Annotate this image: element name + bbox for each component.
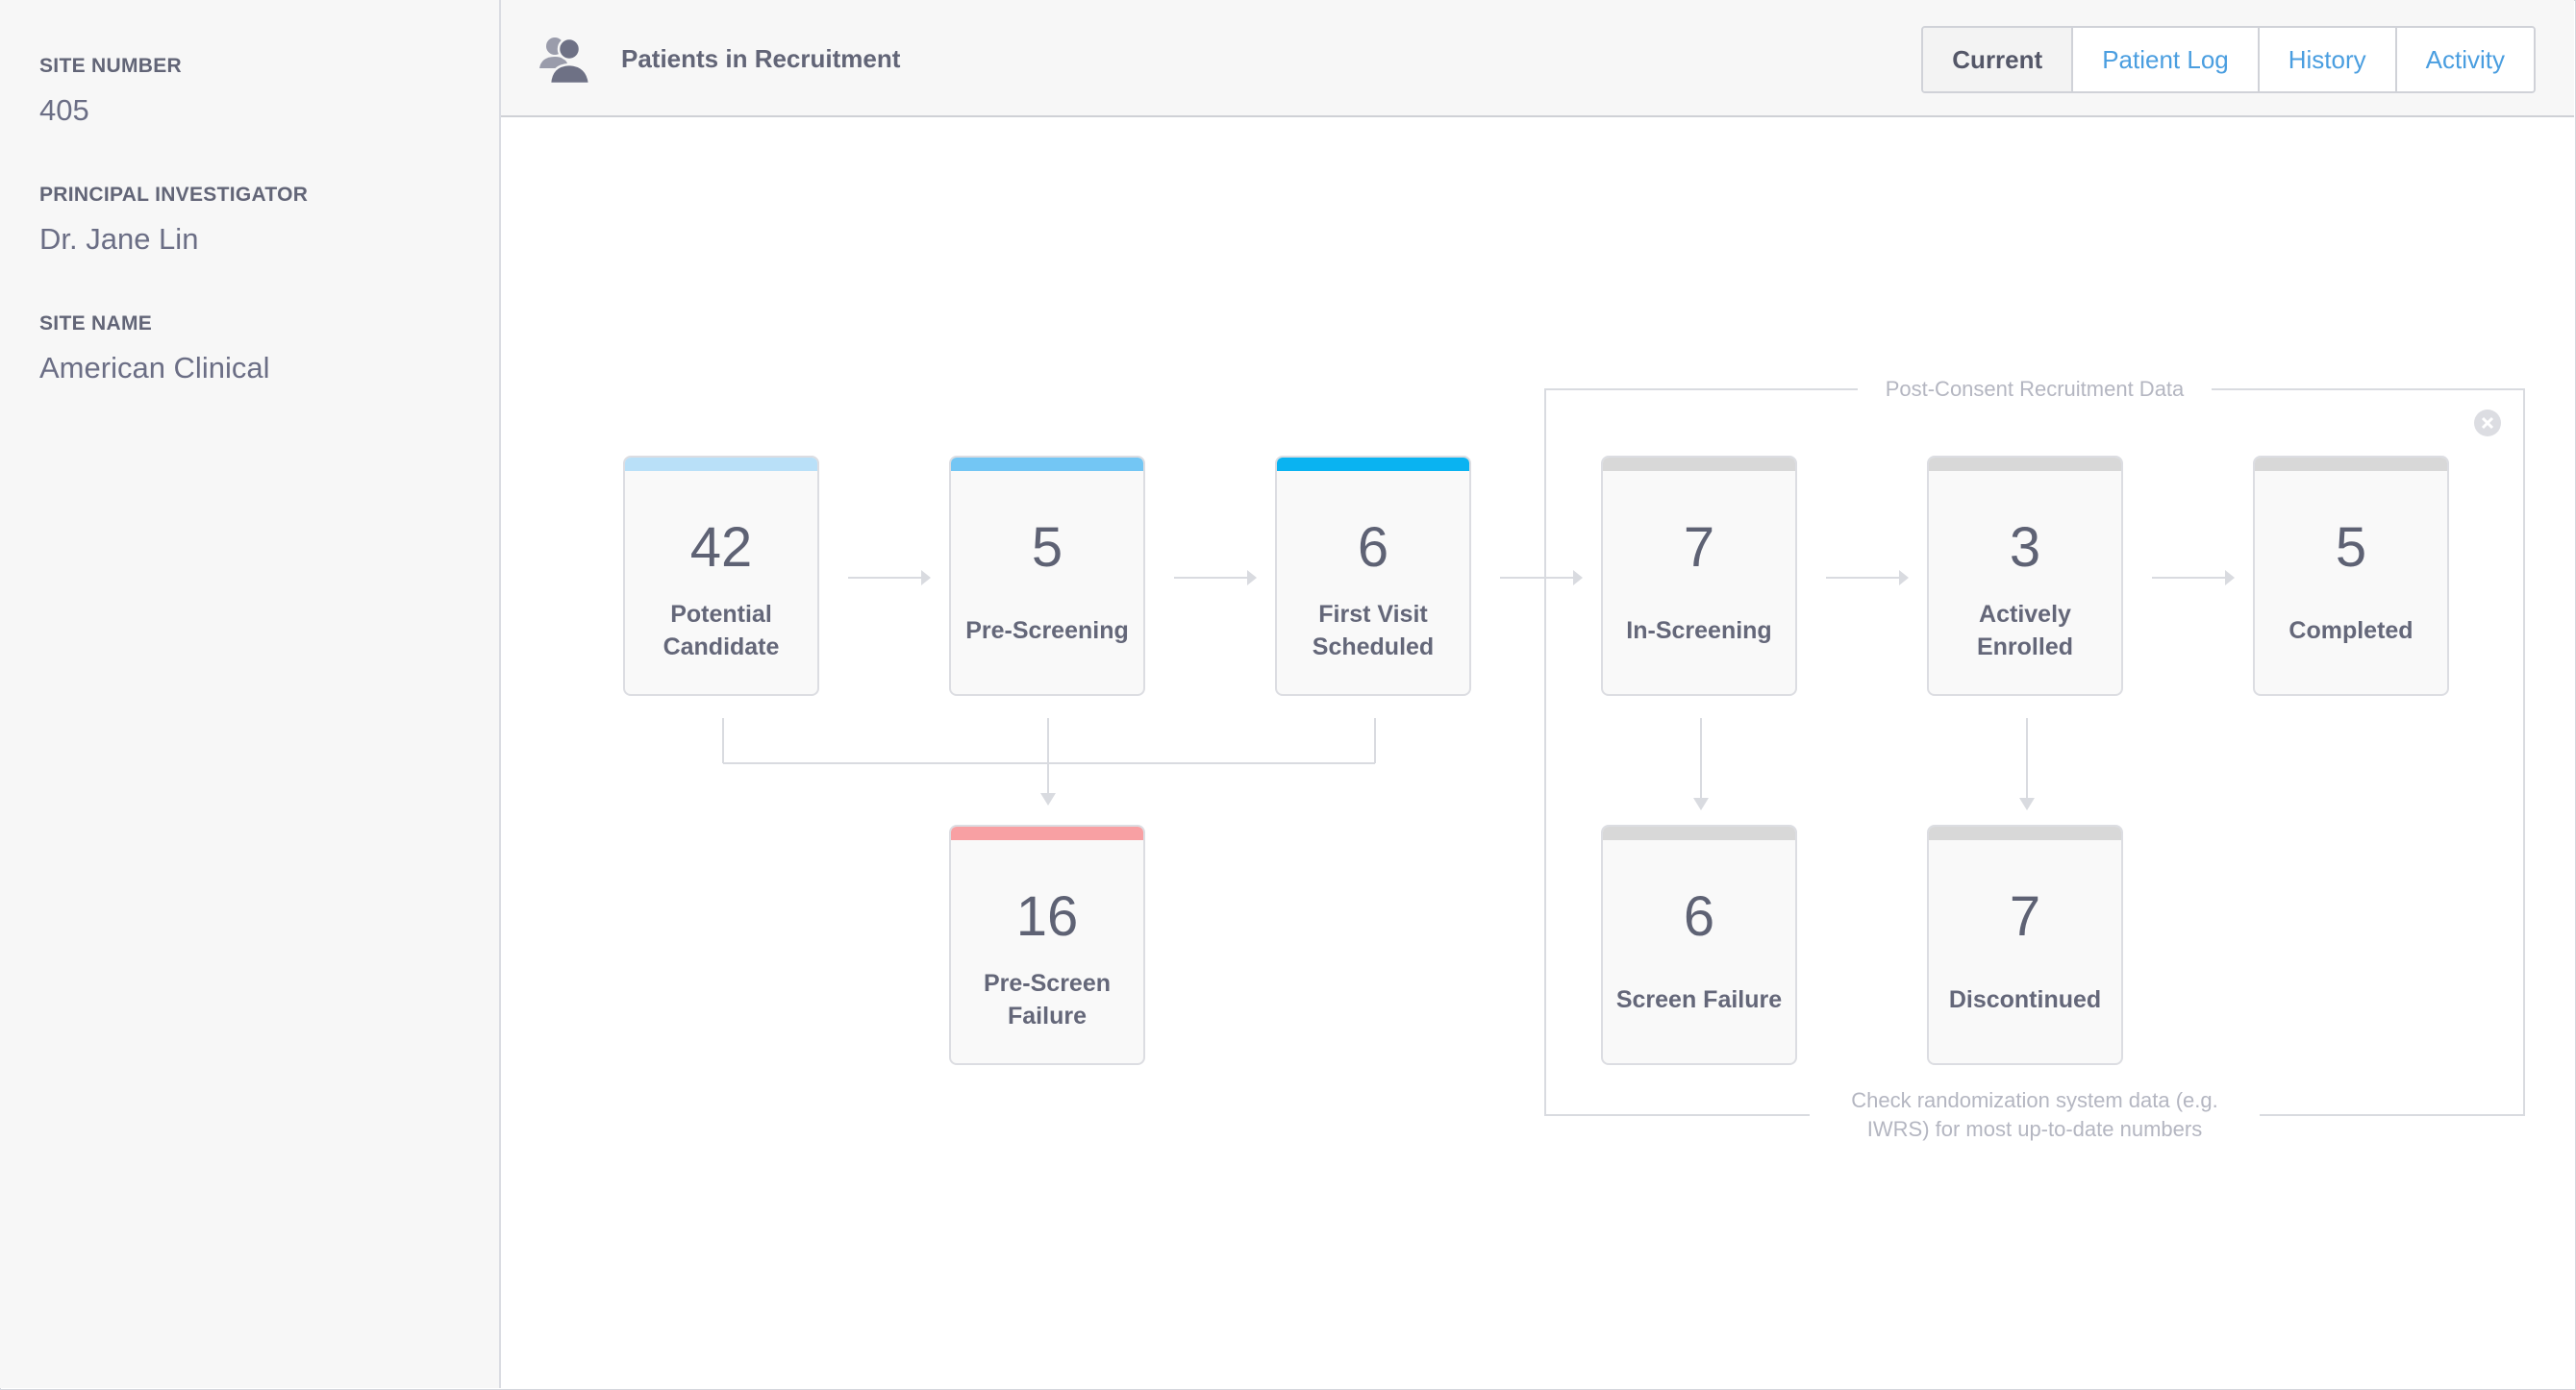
- footnote-line-2: IWRS) for most up-to-date numbers: [1866, 1117, 2203, 1141]
- card-label-line: Scheduled: [1312, 633, 1435, 660]
- card-potential-candidate[interactable]: 42 Potential Candidate: [623, 456, 819, 696]
- card-status-bar: [1929, 827, 2121, 840]
- card-label: Completed: [2263, 597, 2439, 664]
- card-label-line: Discontinued: [1948, 986, 2102, 1013]
- card-label: Pre-Screen Failure: [959, 966, 1136, 1033]
- card-label: Potential Candidate: [633, 597, 810, 664]
- card-label-line: Candidate: [663, 633, 780, 660]
- card-screen-failure[interactable]: 6 Screen Failure: [1601, 825, 1797, 1065]
- card-count: 6: [1683, 885, 1715, 948]
- card-pre-screen-failure[interactable]: 16 Pre-Screen Failure: [949, 825, 1145, 1065]
- card-label: Screen Failure: [1611, 966, 1788, 1033]
- card-count: 3: [2009, 516, 2041, 579]
- card-label-line: First Visit: [1318, 601, 1428, 628]
- close-icon[interactable]: [2473, 409, 2502, 437]
- card-status-bar: [2255, 458, 2447, 471]
- card-count: 16: [1015, 885, 1079, 948]
- post-consent-title: Post-Consent Recruitment Data: [1858, 377, 2212, 402]
- card-count: 7: [2009, 885, 2041, 948]
- card-label-line: Pre-Screen: [983, 970, 1112, 997]
- card-label: Actively Enrolled: [1937, 597, 2113, 664]
- card-actively-enrolled[interactable]: 3 Actively Enrolled: [1927, 456, 2123, 696]
- card-count: 7: [1683, 516, 1715, 579]
- card-completed[interactable]: 5 Completed: [2253, 456, 2449, 696]
- card-status-bar: [951, 827, 1143, 840]
- card-first-visit-scheduled[interactable]: 6 First Visit Scheduled: [1275, 456, 1471, 696]
- card-label: In-Screening: [1611, 597, 1788, 664]
- card-label-line: Actively: [1979, 601, 2071, 628]
- card-count: 5: [2335, 516, 2367, 579]
- card-count: 42: [689, 516, 753, 579]
- footnote-line-1: Check randomization system data (e.g.: [1851, 1088, 2218, 1112]
- card-label-line: Screen Failure: [1615, 986, 1783, 1013]
- card-in-screening[interactable]: 7 In-Screening: [1601, 456, 1797, 696]
- card-status-bar: [1603, 458, 1795, 471]
- card-label: Discontinued: [1937, 966, 2113, 1033]
- card-status-bar: [951, 458, 1143, 471]
- card-label: Pre-Screening: [959, 597, 1136, 664]
- card-label: First Visit Scheduled: [1285, 597, 1462, 664]
- card-label-line: Potential: [670, 601, 772, 628]
- randomization-footnote: Check randomization system data (e.g. IW…: [1810, 1086, 2260, 1144]
- card-label-line: Enrolled: [1976, 633, 2073, 660]
- card-label-line: In-Screening: [1626, 617, 1772, 644]
- card-status-bar: [625, 458, 817, 471]
- card-label-line: Pre-Screening: [965, 617, 1129, 644]
- card-discontinued[interactable]: 7 Discontinued: [1927, 825, 2123, 1065]
- card-pre-screening[interactable]: 5 Pre-Screening: [949, 456, 1145, 696]
- card-label-line: Failure: [1008, 1003, 1087, 1030]
- card-status-bar: [1603, 827, 1795, 840]
- card-count: 6: [1357, 516, 1389, 579]
- card-status-bar: [1929, 458, 2121, 471]
- card-status-bar: [1277, 458, 1469, 471]
- card-count: 5: [1031, 516, 1063, 579]
- card-label-line: Completed: [2288, 617, 2413, 644]
